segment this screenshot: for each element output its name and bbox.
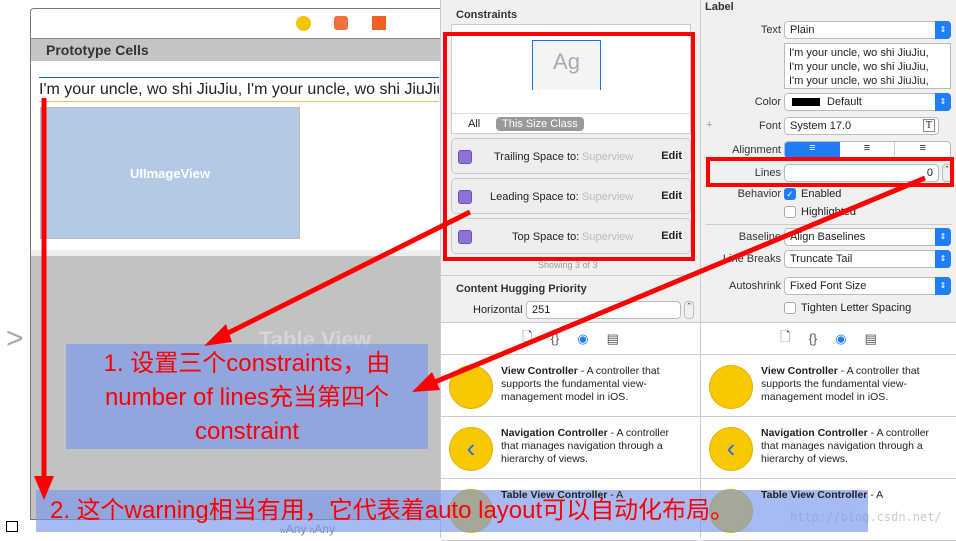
item-name: Navigation Controller [501,427,608,439]
annotation-note-1: 1. 设置三个constraints，由number of lines充当第四个… [66,344,428,449]
library-item-navigation-controller[interactable]: ‹ Navigation Controller - A controller th… [441,417,700,479]
library-item-navigation-controller[interactable]: ‹ Navigation Controller - A controller th… [701,417,956,479]
color-swatch [792,98,820,106]
exit-icon[interactable] [372,16,386,30]
text-line: I'm your uncle, wo shi JiuJiu, [789,61,929,73]
line-breaks-select[interactable]: Truncate Tail [784,250,951,268]
label-section-title: Label [705,1,734,13]
text-line: I'm your uncle, wo shi JiuJiu, [789,47,929,59]
select-arrows-icon: ⇕ [935,228,951,246]
horizontal-label: Horizontal [473,304,523,316]
media-library-icon[interactable]: ▤ [865,331,877,347]
item-desc: - A [867,489,884,501]
item-desc: - A [607,489,624,501]
storyboard-canvas[interactable]: > Prototype Cells I'm your uncle, wo shi… [0,0,440,538]
highlighted-label: Highlighted [801,206,857,218]
highlighted-checkbox[interactable] [784,206,796,218]
behavior-label: Behavior [737,188,781,200]
alignment-label: Alignment [732,144,781,156]
select-arrows-icon: ⇕ [935,93,951,111]
font-field[interactable]: System 17.0 T [784,117,939,135]
prototype-cells-header: Prototype Cells [31,39,440,61]
showing-count: Showing 3 of 3 [538,260,598,270]
constraints-highlight-box [443,32,695,261]
text-line: I'm your uncle, wo shi JiuJiu, [789,75,929,87]
file-template-icon[interactable]: 🗋 [522,328,532,350]
enabled-label: Enabled [801,188,842,200]
text-type-value: Plain [790,24,815,36]
text-label: Text [760,24,781,36]
align-center-icon[interactable]: ≡ [840,142,896,158]
item-name: View Controller [761,365,838,377]
line-breaks-label: Line Breaks [722,253,781,265]
item-name: View Controller [501,365,578,377]
text-type-select[interactable]: Plain [784,21,951,39]
media-library-icon[interactable]: ▤ [607,331,619,347]
prototype-cell[interactable]: I'm your uncle, wo shi JiuJiu, I'm your … [31,61,440,256]
navigation-controller-icon: ‹ [709,427,753,471]
color-value: Default [827,96,862,108]
text-content-area[interactable]: I'm your uncle, wo shi JiuJiu, I'm your u… [784,43,951,89]
baseline-label: Baseline [738,231,781,243]
library-item-view-controller[interactable]: View Controller - A controller that supp… [441,355,700,417]
enabled-checkbox[interactable]: ✓ [784,188,796,200]
tighten-checkbox[interactable] [784,302,796,314]
file-template-icon[interactable]: 🗋 [780,328,790,350]
scene-dock [31,9,440,39]
view-controller-icon [709,365,753,409]
font-picker-icon[interactable]: T [922,119,935,132]
view-controller-icon [449,365,493,409]
item-name: Navigation Controller [761,427,868,439]
library-item-view-controller[interactable]: View Controller - A controller that supp… [701,355,956,417]
autoshrink-select[interactable]: Fixed Font Size [784,277,951,295]
selected-label[interactable]: I'm your uncle, wo shi JiuJiu, I'm your … [39,77,439,102]
item-name: Table View Controller [761,489,868,501]
align-left-icon[interactable]: ≡ [785,142,840,158]
select-arrows-icon: ⇕ [935,277,951,295]
horizontal-stepper[interactable]: ⌃ [684,301,694,319]
tighten-label: Tighten Letter Spacing [801,302,912,314]
code-snippet-icon[interactable]: {} [809,331,818,346]
autoshrink-label: Autoshrink [729,280,781,292]
color-label: Color [754,96,781,108]
navigation-controller-icon: ‹ [449,427,493,471]
code-snippet-icon[interactable]: {} [551,331,560,346]
select-arrows-icon: ⇕ [935,21,951,39]
annotation-note-2: 2. 这个warning相当有用，它代表着auto layout可以自动化布局。 [36,490,868,532]
item-name: Table View Controller [501,489,608,501]
color-select[interactable]: Default [784,93,951,111]
first-responder-icon[interactable] [334,16,348,30]
select-arrows-icon: ⇕ [935,250,951,268]
object-library-icon[interactable]: ◉ [577,331,588,347]
view-controller-icon[interactable] [296,16,311,31]
outline-toggle-icon[interactable] [6,521,18,532]
align-right-icon[interactable]: ≡ [895,142,950,158]
horizontal-priority-field[interactable]: 251 [526,301,681,319]
lines-highlight-box [706,157,954,187]
constraints-title: Constraints [456,9,518,21]
font-label: Font [758,120,781,132]
hugging-title: Content Hugging Priority [456,283,587,295]
object-library-icon[interactable]: ◉ [835,331,846,347]
font-value: System 17.0 [790,120,852,132]
entry-arrow-icon: > [6,322,24,355]
image-view[interactable]: UIImageView [40,107,300,239]
baseline-select[interactable]: Align Baselines [784,228,951,246]
